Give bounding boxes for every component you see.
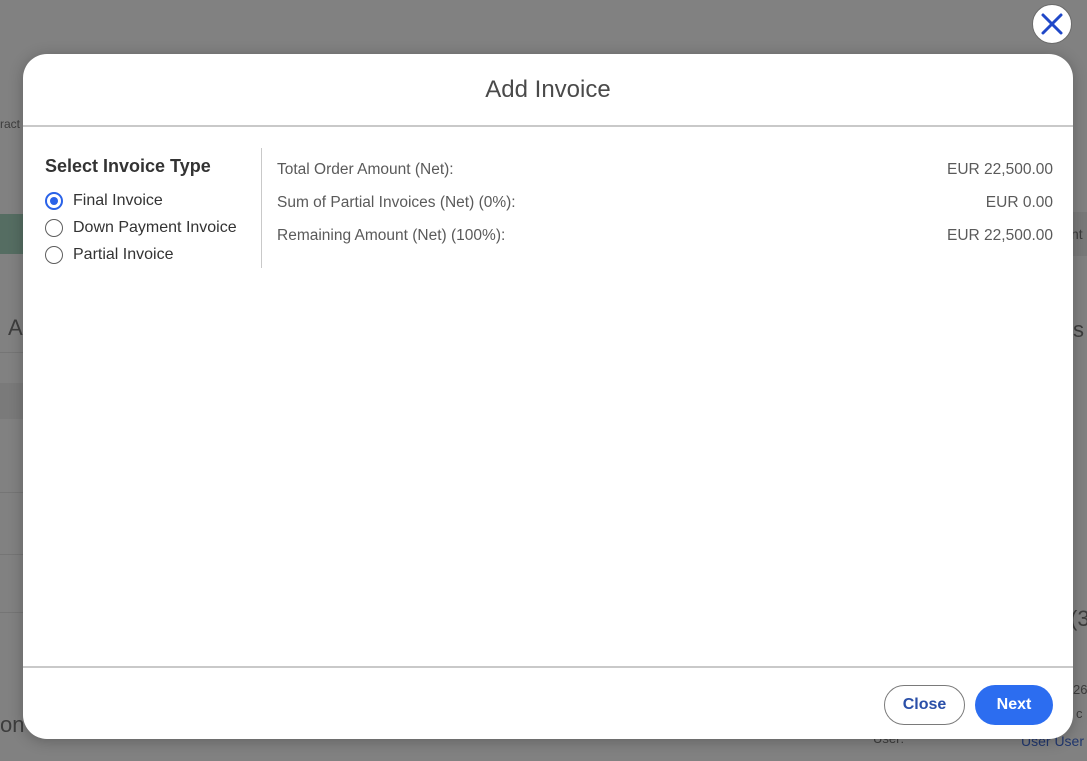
summary-row-partial-invoices: Sum of Partial Invoices (Net) (0%): EUR … <box>277 186 1053 219</box>
radio-button[interactable] <box>45 218 63 237</box>
summary-label: Remaining Amount (Net) (100%): <box>277 226 506 244</box>
dialog-footer: Close Next <box>23 666 1073 739</box>
radio-button-checked[interactable] <box>45 191 63 210</box>
radio-down-payment-invoice[interactable]: Down Payment Invoice <box>45 214 261 241</box>
invoice-type-heading: Select Invoice Type <box>45 156 211 176</box>
invoice-type-group: Select Invoice Type Final Invoice Down P… <box>45 147 261 267</box>
radio-label: Down Payment Invoice <box>73 218 237 236</box>
radio-final-invoice[interactable]: Final Invoice <box>45 187 261 214</box>
close-x-icon <box>1041 13 1063 35</box>
modal-close-button[interactable] <box>1032 4 1072 44</box>
dialog-header: Add Invoice <box>23 54 1073 127</box>
dialog-body: Select Invoice Type Final Invoice Down P… <box>23 127 1073 666</box>
radio-label: Partial Invoice <box>73 245 174 263</box>
summary-value: EUR 22,500.00 <box>947 226 1053 244</box>
summary-row-remaining-amount: Remaining Amount (Net) (100%): EUR 22,50… <box>277 219 1053 252</box>
amount-summary: Total Order Amount (Net): EUR 22,500.00 … <box>277 153 1053 252</box>
summary-label: Sum of Partial Invoices (Net) (0%): <box>277 193 516 211</box>
radio-partial-invoice[interactable]: Partial Invoice <box>45 241 261 268</box>
radio-label: Final Invoice <box>73 191 163 209</box>
close-button[interactable]: Close <box>884 685 965 725</box>
add-invoice-dialog: Add Invoice Select Invoice Type Final In… <box>23 54 1073 739</box>
dialog-title: Add Invoice <box>485 75 611 103</box>
radio-button[interactable] <box>45 245 63 264</box>
summary-value: EUR 22,500.00 <box>947 160 1053 178</box>
summary-row-total-order: Total Order Amount (Net): EUR 22,500.00 <box>277 153 1053 186</box>
vertical-divider <box>261 148 262 268</box>
next-button[interactable]: Next <box>975 685 1053 725</box>
summary-value: EUR 0.00 <box>985 193 1053 211</box>
summary-label: Total Order Amount (Net): <box>277 160 454 178</box>
